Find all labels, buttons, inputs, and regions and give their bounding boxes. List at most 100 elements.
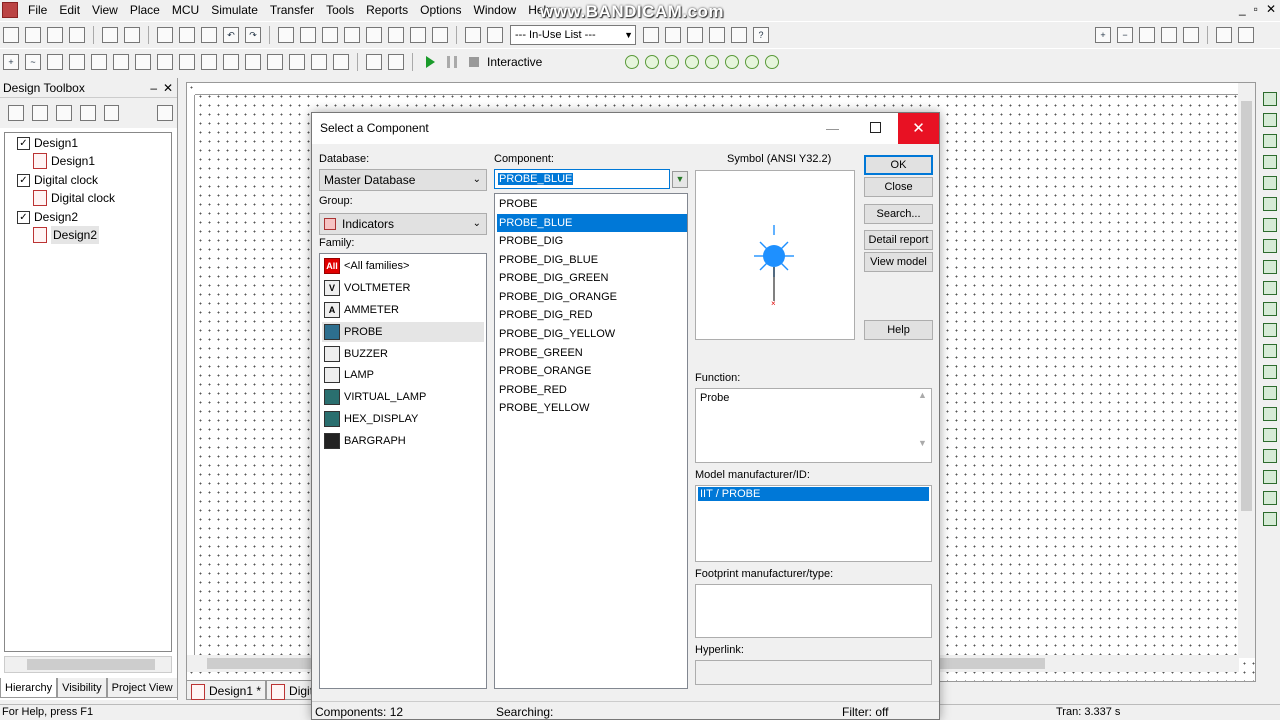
probe-settings-icon[interactable] xyxy=(765,54,780,69)
checkbox-icon[interactable]: ✓ xyxy=(17,210,30,224)
family-item-virtual-lamp[interactable]: VIRTUAL_LAMP xyxy=(324,387,484,407)
multimeter-icon[interactable] xyxy=(1263,92,1277,106)
transistor-icon[interactable] xyxy=(69,53,85,70)
maximize-icon[interactable] xyxy=(870,122,881,133)
electrical-rules-icon[interactable] xyxy=(410,26,426,43)
zoom-in-icon[interactable]: + xyxy=(1095,26,1111,43)
tree-node-design1[interactable]: ✓ Design1 xyxy=(17,134,78,152)
detail-report-button[interactable]: Detail report xyxy=(864,230,933,250)
agilent-oscilloscope-icon[interactable] xyxy=(1263,428,1277,442)
function-generator-icon[interactable] xyxy=(1263,113,1277,127)
stop-simulation-icon[interactable] xyxy=(469,56,479,67)
tab-hierarchy[interactable]: Hierarchy xyxy=(0,678,58,698)
family-item-buzzer[interactable]: BUZZER xyxy=(324,344,484,364)
agilent-generator-icon[interactable] xyxy=(1263,386,1277,400)
iv-analyzer-icon[interactable] xyxy=(1263,302,1277,316)
checkbox-icon[interactable]: ✓ xyxy=(17,173,30,187)
family-item-ammeter[interactable]: A AMMETER xyxy=(324,300,484,320)
connector-icon[interactable] xyxy=(366,53,382,70)
measurement-probe-icon[interactable] xyxy=(1263,491,1277,505)
postprocessor-icon[interactable] xyxy=(388,26,404,43)
menu-simulate[interactable]: Simulate xyxy=(205,0,264,20)
bus-icon[interactable] xyxy=(333,53,349,70)
function-scrollbar[interactable]: ▲ ▼ xyxy=(914,389,931,462)
save-icon[interactable] xyxy=(69,26,85,43)
component-item[interactable]: PROBE_DIG_YELLOW xyxy=(497,325,687,343)
zoom-area-icon[interactable] xyxy=(1139,26,1155,43)
run-simulation-icon[interactable] xyxy=(426,55,435,68)
menu-place[interactable]: Place xyxy=(124,0,166,20)
zoom-out-icon[interactable]: − xyxy=(1117,26,1133,43)
open-design-icon[interactable] xyxy=(31,105,48,121)
close-icon[interactable]: ✕ xyxy=(163,78,173,98)
probe-tool-icon[interactable] xyxy=(643,26,659,43)
cut-icon[interactable] xyxy=(157,26,173,43)
minimize-icon[interactable]: — xyxy=(826,121,840,136)
component-item[interactable]: PROBE_ORANGE xyxy=(497,362,687,380)
toolbar-option-2-icon[interactable] xyxy=(1238,26,1254,43)
component-item[interactable]: PROBE_DIG xyxy=(497,232,687,250)
distortion-analyzer-icon[interactable] xyxy=(1263,323,1277,337)
help-question-icon[interactable]: ? xyxy=(753,26,769,43)
menu-file[interactable]: File xyxy=(22,0,53,20)
wattmeter-icon[interactable] xyxy=(1263,134,1277,148)
copy-icon[interactable] xyxy=(179,26,195,43)
logic-converter-icon[interactable] xyxy=(1263,260,1277,274)
tree-child-digital-clock[interactable]: Digital clock xyxy=(33,189,115,207)
route-tool-icon[interactable] xyxy=(687,26,703,43)
bode-plotter-icon[interactable] xyxy=(1263,197,1277,211)
print-preview-icon[interactable] xyxy=(124,26,140,43)
mdi-close-icon[interactable]: ✕ xyxy=(1266,2,1276,16)
new-file-icon[interactable] xyxy=(3,26,19,43)
analog-icon[interactable] xyxy=(91,53,107,70)
component-search-input[interactable]: PROBE_BLUE xyxy=(494,169,670,189)
model-item-selected[interactable]: IIT / PROBE xyxy=(698,487,929,501)
workspace-vertical-scrollbar[interactable] xyxy=(1238,83,1255,658)
frequency-counter-icon[interactable] xyxy=(1263,218,1277,232)
component-item[interactable]: PROBE_DIG_ORANGE xyxy=(497,288,687,306)
filter-icon[interactable]: ▼ xyxy=(672,171,688,188)
footprint-list[interactable] xyxy=(695,584,932,638)
help-button[interactable]: Help xyxy=(864,320,933,340)
pin-icon[interactable]: – xyxy=(150,78,157,98)
undo-icon[interactable]: ↶ xyxy=(223,26,239,43)
component-item[interactable]: PROBE_DIG_RED xyxy=(497,306,687,324)
power-icon[interactable] xyxy=(245,53,261,70)
menu-view[interactable]: View xyxy=(86,0,124,20)
hierarchy-icon[interactable] xyxy=(487,26,503,43)
component-item[interactable]: PROBE_YELLOW xyxy=(497,399,687,417)
open-folder-icon[interactable] xyxy=(25,26,41,43)
new-design-icon[interactable] xyxy=(8,105,24,121)
indicator-icon[interactable] xyxy=(223,53,239,70)
probe-diff-icon[interactable] xyxy=(705,54,720,69)
pause-simulation-icon[interactable] xyxy=(447,55,457,68)
spectrum-analyzer-icon[interactable] xyxy=(1263,344,1277,358)
cmos-icon[interactable] xyxy=(135,53,151,70)
place-component-icon[interactable] xyxy=(465,26,481,43)
checkbox-icon[interactable]: ✓ xyxy=(17,136,30,150)
logic-analyzer-icon[interactable] xyxy=(1263,281,1277,295)
redo-icon[interactable]: ↷ xyxy=(245,26,261,43)
menu-transfer[interactable]: Transfer xyxy=(264,0,320,20)
advanced-peripherals-icon[interactable] xyxy=(179,53,195,70)
tree-child-design2[interactable]: Design2 xyxy=(33,226,100,244)
mcu-component-icon[interactable] xyxy=(157,53,173,70)
mdi-minimize-icon[interactable]: _ xyxy=(1239,2,1246,16)
four-channel-oscilloscope-icon[interactable] xyxy=(1263,176,1277,190)
menu-window[interactable]: Window xyxy=(468,0,523,20)
probe-voltage-icon[interactable] xyxy=(625,54,640,69)
scroll-up-icon[interactable]: ▲ xyxy=(914,389,931,401)
search-button[interactable]: Search... xyxy=(864,204,933,224)
dialog-close-icon[interactable]: ✕ xyxy=(898,113,939,144)
menu-reports[interactable]: Reports xyxy=(360,0,414,20)
component-item[interactable]: PROBE_DIG_BLUE xyxy=(497,251,687,269)
menu-tools[interactable]: Tools xyxy=(320,0,360,20)
network-analyzer-icon[interactable] xyxy=(1263,365,1277,379)
component-list-icon[interactable] xyxy=(344,26,360,43)
family-item-lamp[interactable]: LAMP xyxy=(324,365,484,385)
electromechanical-icon[interactable] xyxy=(311,53,327,70)
component-item[interactable]: PROBE_RED xyxy=(497,381,687,399)
family-item-hex-display[interactable]: HEX_DISPLAY xyxy=(324,409,484,429)
word-generator-icon[interactable] xyxy=(1263,239,1277,253)
mixed-icon[interactable] xyxy=(201,53,217,70)
